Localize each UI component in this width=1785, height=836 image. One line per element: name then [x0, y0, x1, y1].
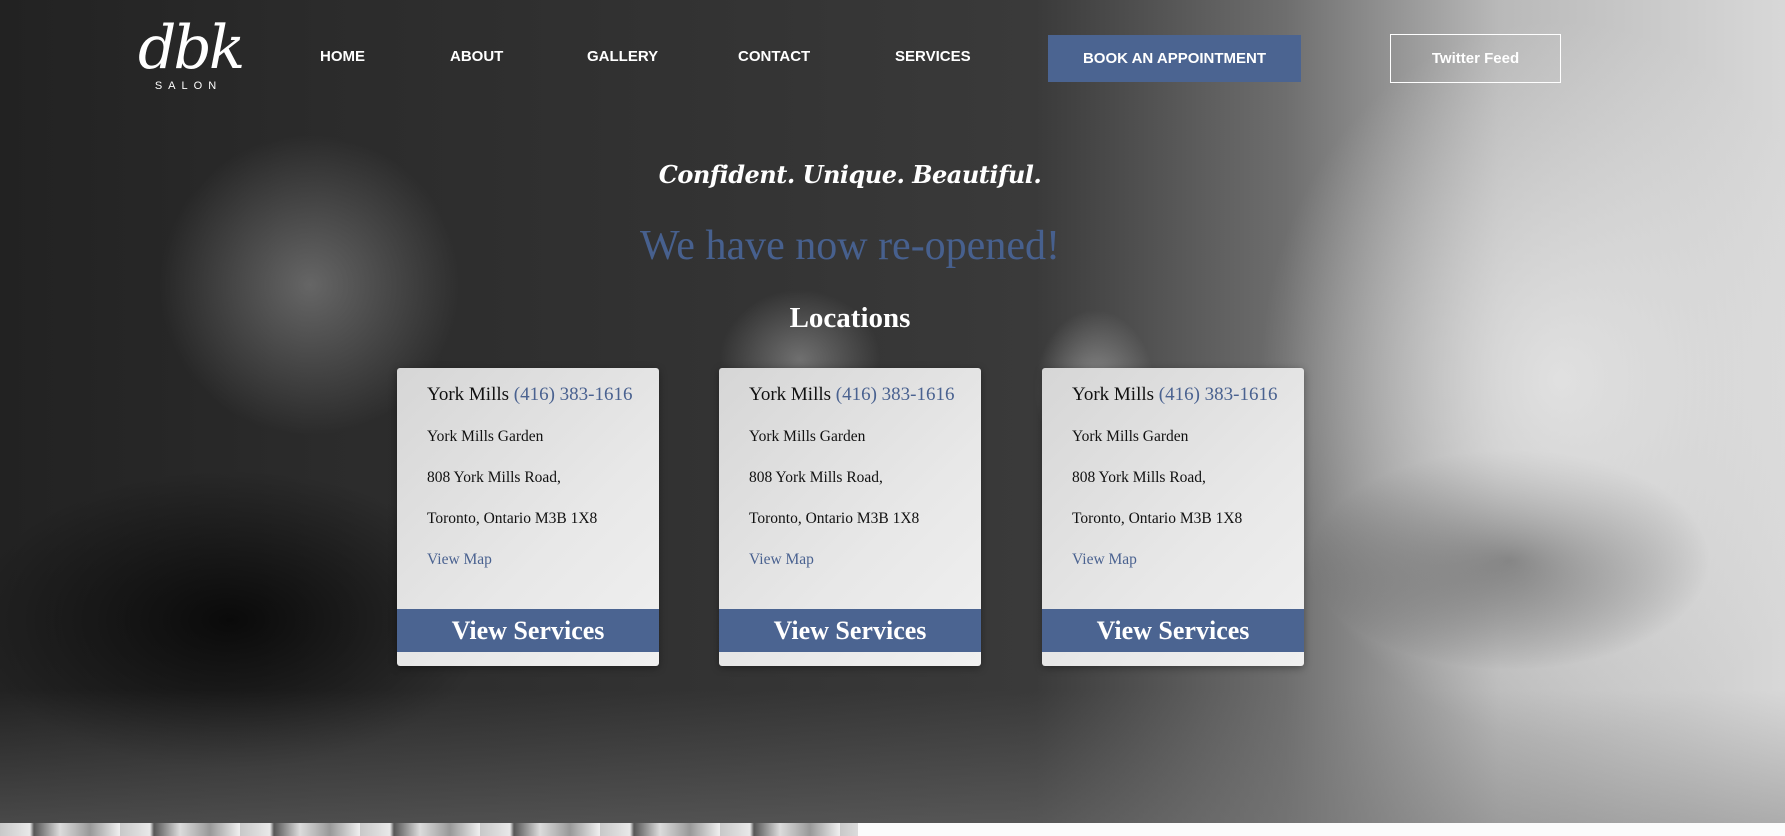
location-phone-link[interactable]: (416) 383-1616 — [1159, 384, 1278, 405]
location-name: York Mills — [1072, 384, 1155, 405]
location-address-line: Toronto, Ontario M3B 1X8 — [1072, 510, 1243, 527]
gallery-strip-blank — [858, 823, 1785, 836]
location-address-line: 808 York Mills Road, — [1072, 469, 1206, 486]
salon-logo[interactable]: dbk SALON — [138, 13, 245, 98]
location-address-line: 808 York Mills Road, — [749, 469, 883, 486]
location-phone-link[interactable]: (416) 383-1616 — [836, 384, 955, 405]
location-card: York Mills (416) 383-1616 York Mills Gar… — [1042, 368, 1304, 666]
location-address-line: Toronto, Ontario M3B 1X8 — [749, 510, 920, 527]
location-address-line: York Mills Garden — [1072, 428, 1189, 445]
nav-contact[interactable]: CONTACT — [738, 48, 810, 65]
location-name-row: York Mills (416) 383-1616 — [427, 384, 649, 406]
location-name-row: York Mills (416) 383-1616 — [749, 384, 971, 406]
hero-tagline: Confident. Unique. Beautiful. — [658, 160, 1042, 189]
twitter-feed-button[interactable]: Twitter Feed — [1390, 34, 1561, 83]
logo-mark: dbk — [138, 13, 245, 83]
locations-heading: Locations — [789, 302, 911, 334]
view-map-link[interactable]: View Map — [749, 539, 971, 580]
location-address-line: Toronto, Ontario M3B 1X8 — [427, 510, 598, 527]
location-phone-link[interactable]: (416) 383-1616 — [514, 384, 633, 405]
location-card: York Mills (416) 383-1616 York Mills Gar… — [719, 368, 981, 666]
book-appointment-button[interactable]: BOOK AN APPOINTMENT — [1048, 35, 1301, 82]
gallery-strip-image — [0, 823, 858, 836]
location-name-row: York Mills (416) 383-1616 — [1072, 384, 1294, 406]
view-map-link[interactable]: View Map — [1072, 539, 1294, 580]
nav-about[interactable]: ABOUT — [450, 48, 503, 65]
location-address-line: 808 York Mills Road, — [427, 469, 561, 486]
nav-services[interactable]: SERVICES — [895, 48, 971, 65]
location-card: York Mills (416) 383-1616 York Mills Gar… — [397, 368, 659, 666]
location-address-line: York Mills Garden — [749, 428, 866, 445]
reopened-headline: We have now re-opened! — [640, 223, 1060, 269]
view-services-button[interactable]: View Services — [719, 609, 981, 652]
location-address-line: York Mills Garden — [427, 428, 544, 445]
nav-gallery[interactable]: GALLERY — [587, 48, 658, 65]
hero-background-shade — [0, 690, 1785, 823]
view-services-button[interactable]: View Services — [397, 609, 659, 652]
location-name: York Mills — [427, 384, 510, 405]
location-name: York Mills — [749, 384, 832, 405]
nav-home[interactable]: HOME — [320, 48, 365, 65]
view-services-button[interactable]: View Services — [1042, 609, 1304, 652]
view-map-link[interactable]: View Map — [427, 539, 649, 580]
